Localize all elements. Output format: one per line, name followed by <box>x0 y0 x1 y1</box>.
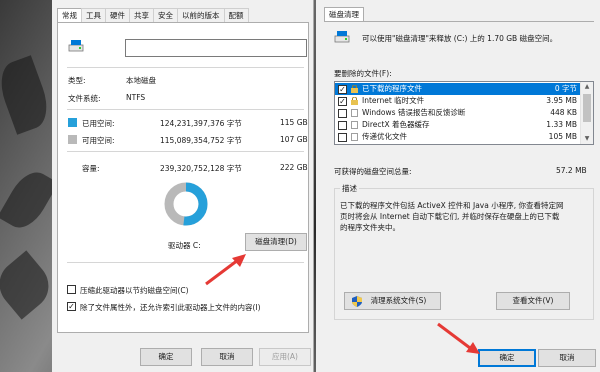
files-to-delete-label: 要删除的文件(F): <box>334 69 392 78</box>
divider <box>67 262 304 263</box>
cancel-button[interactable]: 取消 <box>201 348 253 366</box>
drive-icon <box>334 31 350 43</box>
tab-hardware[interactable]: 硬件 <box>105 8 130 22</box>
divider <box>67 109 304 110</box>
description-line: 页时将会从 Internet 自动下载它们, 并临时保存在硬盘上的已下载 <box>340 212 560 221</box>
lock-icon <box>351 85 358 93</box>
file-checkbox[interactable]: ✓ <box>338 84 347 94</box>
disk-cleanup-button[interactable]: 磁盘清理(D) <box>245 233 307 251</box>
index-checkbox[interactable]: ✓ <box>67 302 76 311</box>
drive-name-input[interactable] <box>125 39 307 57</box>
capacity-bytes: 239,320,752,128 字节 <box>160 164 242 173</box>
cleanup-cancel-button[interactable]: 取消 <box>538 349 596 367</box>
free-space-bytes: 115,089,354,752 字节 <box>160 136 242 145</box>
filesystem-label: 文件系统: <box>68 94 101 103</box>
file-checkbox[interactable] <box>338 132 347 142</box>
disk-cleanup-window: 磁盘清理 可以使用"磁盘清理"来释放 (C:) 上的 1.70 GB 磁盘空间。… <box>316 0 600 372</box>
properties-tabs: 常规 工具 硬件 共享 安全 以前的版本 配额 <box>57 8 249 23</box>
scroll-up-icon[interactable]: ▲ <box>581 82 593 92</box>
red-arrow-annotation <box>437 322 480 354</box>
file-size: 448 KB <box>550 108 577 117</box>
scroll-thumb[interactable] <box>583 94 591 122</box>
cleanup-header-text: 可以使用"磁盘清理"来释放 (C:) 上的 1.70 GB 磁盘空间。 <box>362 34 558 43</box>
description-title: 描述 <box>340 183 359 194</box>
capacity-gb: 222 GB <box>280 163 308 172</box>
list-item[interactable]: Windows 错误报告和反馈诊断 448 KB <box>335 107 581 119</box>
list-item[interactable]: ✓ Internet 临时文件 3.95 MB <box>335 95 581 107</box>
tab-previous-versions[interactable]: 以前的版本 <box>177 8 225 22</box>
tab-security[interactable]: 安全 <box>153 8 178 22</box>
file-name: Internet 临时文件 <box>362 96 425 105</box>
compress-label: 压缩此驱动器以节约磁盘空间(C) <box>80 286 189 295</box>
general-panel: 类型: 本地磁盘 文件系统: NTFS 已用空间: 124,231,397,37… <box>57 22 309 333</box>
used-space-gb: 115 GB <box>280 118 308 127</box>
files-list: ✓ 已下载的程序文件 0 字节 ✓ Internet 临时文件 3.95 MB … <box>334 81 594 145</box>
clean-system-files-label: 清理系统文件(S) <box>370 296 427 305</box>
view-files-button[interactable]: 查看文件(V) <box>496 292 570 310</box>
tab-general[interactable]: 常规 <box>57 8 82 23</box>
cleanup-ok-button[interactable]: 确定 <box>478 349 536 367</box>
file-size: 105 MB <box>548 132 577 141</box>
capacity-label: 容量: <box>82 164 100 173</box>
index-label: 除了文件属性外，还允许索引此驱动器上文件的内容(I) <box>80 303 261 312</box>
divider <box>67 151 304 152</box>
used-space-label: 已用空间: <box>82 119 115 128</box>
clean-system-files-button[interactable]: 清理系统文件(S) <box>344 292 441 310</box>
used-space-swatch <box>68 118 77 127</box>
used-space-bytes: 124,231,397,376 字节 <box>160 119 242 128</box>
drive-label: 驱动器 C: <box>168 241 201 250</box>
drive-properties-window: 常规 工具 硬件 共享 安全 以前的版本 配额 类型: 本地磁盘 文件系统: N… <box>52 0 314 372</box>
list-item[interactable]: ✓ 已下载的程序文件 0 字节 <box>335 83 581 95</box>
red-arrow-annotation <box>205 254 246 286</box>
total-space-value: 57.2 MB <box>556 166 587 175</box>
disk-usage-donut <box>164 182 208 226</box>
lock-icon <box>351 97 358 105</box>
filesystem-value: NTFS <box>126 93 146 102</box>
list-item[interactable]: DirectX 着色器缓存 1.33 MB <box>335 119 581 131</box>
file-size: 3.95 MB <box>546 96 577 105</box>
shield-icon <box>352 296 362 307</box>
list-scrollbar[interactable]: ▲ ▼ <box>580 82 593 144</box>
tab-sharing[interactable]: 共享 <box>129 8 154 22</box>
file-name: 已下载的程序文件 <box>362 84 422 93</box>
file-name: 传递优化文件 <box>362 132 407 141</box>
file-size: 1.33 MB <box>546 120 577 129</box>
file-icon <box>351 109 358 117</box>
list-item[interactable]: 传递优化文件 105 MB <box>335 131 581 143</box>
ok-button[interactable]: 确定 <box>140 348 192 366</box>
free-space-label: 可用空间: <box>82 136 115 145</box>
file-name: Windows 错误报告和反馈诊断 <box>362 108 466 117</box>
file-checkbox[interactable] <box>338 120 347 130</box>
file-icon <box>351 133 358 141</box>
tab-tools[interactable]: 工具 <box>81 8 106 22</box>
tab-quota[interactable]: 配额 <box>223 8 249 22</box>
scroll-down-icon[interactable]: ▼ <box>581 134 593 144</box>
free-space-gb: 107 GB <box>280 135 308 144</box>
drive-icon <box>68 40 84 52</box>
description-line: 已下载的程序文件包括 ActiveX 控件和 Java 小程序, 你查看特定网 <box>340 201 564 210</box>
type-value: 本地磁盘 <box>126 76 156 85</box>
type-label: 类型: <box>68 76 86 85</box>
free-space-swatch <box>68 135 77 144</box>
divider <box>67 67 304 68</box>
apply-button[interactable]: 应用(A) <box>259 348 311 366</box>
compress-checkbox[interactable] <box>67 285 76 294</box>
tab-disk-cleanup[interactable]: 磁盘清理 <box>324 7 364 22</box>
file-checkbox[interactable]: ✓ <box>338 96 347 106</box>
file-size: 0 字节 <box>554 84 577 93</box>
file-name: DirectX 着色器缓存 <box>362 120 430 129</box>
file-checkbox[interactable] <box>338 108 347 118</box>
file-icon <box>351 121 358 129</box>
total-space-label: 可获得的磁盘空间总量: <box>334 167 412 176</box>
description-line: 的程序文件夹中。 <box>340 223 400 232</box>
